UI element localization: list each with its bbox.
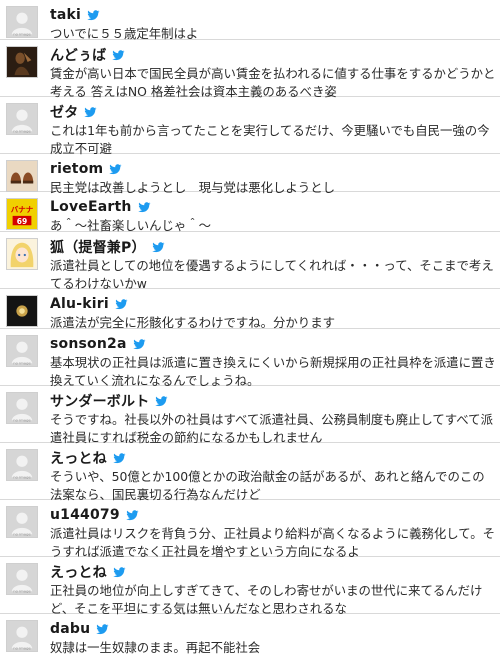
dark-figure-avatar-icon [7,47,37,77]
dark-glow-avatar-icon [7,296,37,326]
twitter-bird-icon [155,395,168,407]
twitter-bird-icon [126,509,139,521]
tweet-text: 奴隷は一生奴隷のまま。再起不能社会 [50,640,261,655]
user-name[interactable]: LoveEarth [50,199,132,215]
avatar[interactable]: no image [6,506,38,538]
twitter-bird-icon [109,163,122,175]
tweet-timeline: no image taki ついでに５５歳定年制はよ んどぅば 賃金が高い日本で… [0,0,500,655]
avatar[interactable]: no image [6,449,38,481]
user-name[interactable]: えっとね [50,562,107,582]
banana-sticker-avatar-icon: バナナ 69 [7,199,37,229]
tweet-item: rietom 民主党は改善しようとし 現与党は悪化しようとし [0,154,500,195]
avatar[interactable]: no image [6,335,38,367]
no-image-avatar-icon: no image [7,450,37,480]
no-image-avatar-icon: no image [7,564,37,594]
tweet-item: no image sonson2a 基本現状の正社員は派遣に置き換えにくいから新… [0,329,500,388]
user-name[interactable]: taki [50,7,81,23]
tweet-item: no image dabu 奴隷は一生奴隷のまま。再起不能社会 [0,614,500,655]
twitter-bird-icon [113,452,126,464]
tweet-text: 派遣社員としての地位を優遇するようにしてくれれば・・・って、そこまで考えてるわけ… [50,258,494,291]
avatar-caption: no image [13,476,31,480]
tweet-text: 正社員の地位が向上しすぎてきて、そのしわ寄せがいまの世代に来てるんだけど、そこを… [50,583,483,616]
user-name[interactable]: dabu [50,621,90,637]
avatar[interactable] [6,160,38,192]
avatar-caption: no image [13,130,31,134]
tweet-item: バナナ 69 LoveEarth あ＾～社畜楽しいんじゃ＾～ [0,192,500,233]
twitter-bird-icon [96,623,109,635]
user-name[interactable]: Alu-kiri [50,296,109,312]
tweet-text: 基本現状の正社員は派遣に置き換えにくいから新規採用の正社員枠を派遣に置き換えてい… [50,355,496,388]
avatar-caption: no image [13,533,31,537]
tweet-item: no image taki ついでに５５歳定年制はよ [0,0,500,41]
avatar[interactable]: no image [6,563,38,595]
user-name[interactable]: rietom [50,161,103,177]
tweet-item: no image サンダーボルト そうですね。社長以外の社員はすべて派遣社員、公… [0,386,500,445]
tweet-item: no image えっとね そういや、50億とか100億とかの政治献金の話がある… [0,443,500,502]
twitter-bird-icon [87,9,100,21]
avatar-caption: no image [13,419,31,423]
tweet-item: んどぅば 賃金が高い日本で国民全員が高い賃金を払われるに値する仕事をするかどうか… [0,40,500,99]
avatar[interactable] [6,238,38,270]
avatar-caption: no image [13,590,31,594]
twitter-bird-icon [132,338,146,350]
no-image-avatar-icon: no image [7,336,37,366]
avatar-caption: no image [13,362,31,366]
tweet-text: 賃金が高い日本で国民全員が高い賃金を払われるに値する仕事をするかどうかと考える … [50,66,496,99]
shoes-avatar-icon [7,161,37,191]
tweet-text: これは1年も前から言ってたことを実行してるだけ、今更騒いでも自民一強の今成立不可… [50,123,490,156]
banana-sticker-number: 69 [17,217,27,226]
tweet-item: 狐（提督兼P） 派遣社員としての地位を優遇するようにしてくれれば・・・って、そこ… [0,232,500,291]
avatar[interactable]: バナナ 69 [6,198,38,230]
no-image-avatar-icon: no image [7,621,37,651]
user-name[interactable]: sonson2a [50,336,127,352]
twitter-bird-icon [112,49,125,61]
avatar[interactable]: no image [6,103,38,135]
tweet-item: no image ゼタ これは1年も前から言ってたことを実行してるだけ、今更騒い… [0,97,500,156]
twitter-bird-icon [137,201,151,213]
tweet-item: Alu-kiri 派遣法が完全に形骸化するわけですね。分かります [0,289,500,330]
user-name[interactable]: サンダーボルト [50,391,149,411]
tweet-text: そうですね。社長以外の社員はすべて派遣社員、公務員制度も廃止してすべて派遣社員に… [50,412,493,445]
anime-girl-avatar-icon [7,239,37,269]
tweet-item: no image えっとね 正社員の地位が向上しすぎてきて、そのしわ寄せがいまの… [0,557,500,616]
no-image-avatar-icon: no image [7,393,37,423]
twitter-bird-icon [84,106,97,118]
tweet-text: 派遣社員はリスクを背負う分、正社員より給料が高くなるように義務化して。そうすれば… [50,526,496,559]
avatar[interactable]: no image [6,620,38,652]
user-name[interactable]: u144079 [50,507,120,523]
twitter-bird-icon [113,566,126,578]
tweet-text: そういや、50億とか100億とかの政治献金の話があるが、あれと絡んでのこの法案な… [50,469,485,502]
avatar[interactable]: no image [6,392,38,424]
avatar[interactable] [6,46,38,78]
twitter-bird-icon [115,298,128,310]
twitter-bird-icon [151,241,165,253]
banana-sticker-text: バナナ [11,205,34,214]
no-image-avatar-icon: no image [7,7,37,37]
user-name[interactable]: えっとね [50,448,107,468]
avatar[interactable] [6,295,38,327]
user-name[interactable]: 狐（提督兼P） [50,237,146,257]
user-name[interactable]: んどぅば [50,45,106,65]
no-image-avatar-icon: no image [7,104,37,134]
no-image-avatar-icon: no image [7,507,37,537]
avatar[interactable]: no image [6,6,38,38]
tweet-item: no image u144079 派遣社員はリスクを背負う分、正社員より給料が高… [0,500,500,559]
avatar-caption: no image [13,647,31,651]
user-name[interactable]: ゼタ [50,102,78,122]
avatar-caption: no image [13,33,31,37]
